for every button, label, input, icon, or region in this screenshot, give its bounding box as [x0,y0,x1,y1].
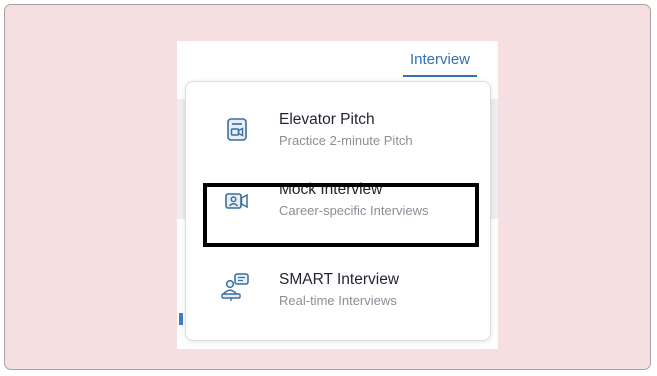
highlight-annotation-box [203,183,479,247]
menu-item-smart-interview[interactable]: SMART Interview Real-time Interviews [186,252,490,324]
elevator-pitch-video-icon [222,116,252,144]
background-accent-mark [179,313,183,325]
menu-item-elevator-pitch[interactable]: Elevator Pitch Practice 2-minute Pitch [186,96,490,168]
screenshot-frame: Interview Elevator Pitch Practice 2-minu… [4,4,651,370]
tab-interview[interactable]: Interview [403,51,477,68]
menu-item-subtitle: Practice 2-minute Pitch [279,133,413,148]
menu-item-title: Elevator Pitch [279,111,375,128]
tab-active-indicator [403,75,477,77]
smart-interview-people-chat-icon [220,272,250,301]
interview-dropdown-menu: Elevator Pitch Practice 2-minute Pitch M… [185,81,491,341]
menu-item-title: SMART Interview [279,271,400,288]
menu-item-subtitle: Real-time Interviews [279,293,397,308]
app-window: Interview Elevator Pitch Practice 2-minu… [177,41,498,349]
